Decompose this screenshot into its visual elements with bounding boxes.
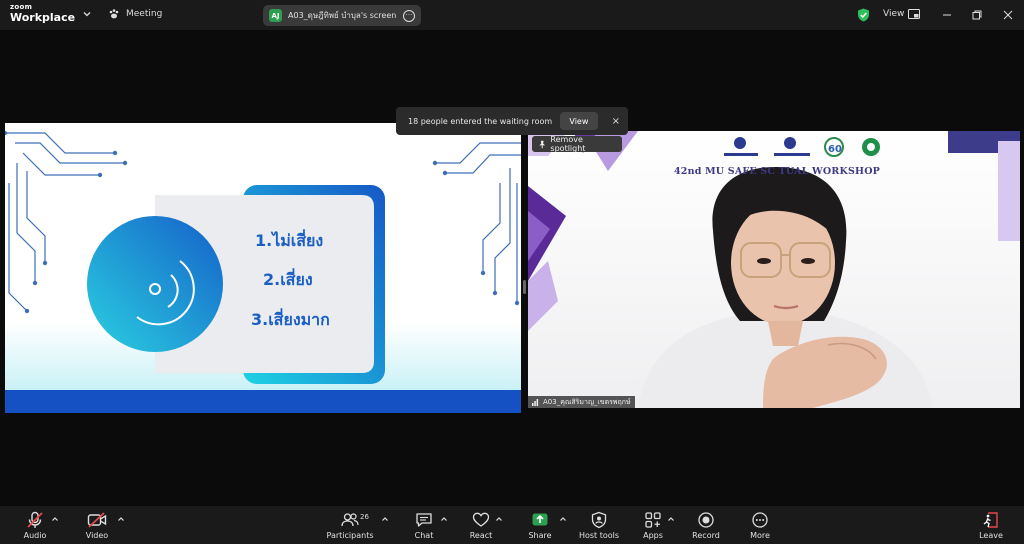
minimize-icon[interactable] (940, 8, 954, 22)
signal-bars-icon (532, 399, 539, 406)
chevron-down-icon[interactable] (82, 9, 92, 19)
leave-button[interactable]: Leave (977, 506, 1005, 544)
react-options-caret-icon[interactable] (495, 515, 503, 523)
close-notification-icon[interactable]: × (612, 116, 620, 127)
chat-options-caret-icon[interactable] (440, 515, 448, 523)
camera-off-icon (87, 512, 107, 528)
host-tools-shield-icon (591, 511, 607, 529)
more-button[interactable]: More (746, 506, 774, 544)
react-button[interactable]: React (466, 506, 496, 544)
remove-spotlight-label: Remove spotlight (550, 135, 586, 153)
slide-item-2: 2.เสี่ยง (263, 270, 313, 289)
resize-handle[interactable] (523, 280, 526, 294)
waiting-room-message: 18 people entered the waiting room (408, 116, 553, 126)
record-label: Record (692, 531, 720, 540)
view-layout-icon (908, 9, 921, 19)
pin-icon (539, 140, 546, 148)
audio-label: Audio (23, 531, 47, 540)
participants-button[interactable]: Participants (326, 506, 374, 544)
brand-bottom: Workplace (10, 11, 76, 24)
chat-icon (416, 513, 432, 527)
audio-options-caret-icon[interactable] (51, 515, 59, 523)
host-tools-label: Host tools (578, 531, 620, 540)
view-waiting-room-button[interactable]: View (560, 112, 598, 130)
participant-name-tag: A03_คุณสิริมาญ_เขตรพฤกษ์ (528, 396, 635, 408)
zoom-workplace-logo: zoom Workplace (10, 3, 76, 24)
heart-icon (472, 512, 490, 527)
speaker-video: 60 42nd MU SAFE SC TUAL WORKSHOP (528, 131, 1020, 408)
sharer-avatar: AJ (269, 9, 282, 22)
leave-door-icon (983, 512, 998, 528)
meeting-menu[interactable]: Meeting (108, 8, 162, 20)
participants-label: Participants (326, 531, 374, 540)
react-label: React (469, 531, 493, 540)
title-bar: zoom Workplace Meeting AJ A03_ดุษฎีทิพย์… (0, 0, 1024, 30)
share-screen-icon (532, 513, 548, 526)
microphone-muted-icon (27, 511, 43, 528)
meeting-label: Meeting (126, 9, 163, 19)
share-button[interactable]: Share (526, 506, 554, 544)
audio-button[interactable]: Audio (18, 506, 52, 544)
view-label: View (883, 9, 905, 19)
svg-text:60: 60 (828, 144, 842, 155)
meeting-toolbar: Audio Video Participants 26 Chat React S… (0, 506, 1024, 544)
record-icon (698, 512, 714, 528)
screen-share-indicator[interactable]: AJ A03_ดุษฎีทิพย์ บำบุล's screen ··· (263, 5, 421, 26)
more-label: More (750, 531, 770, 540)
restore-icon[interactable] (970, 8, 984, 22)
host-tools-button[interactable]: Host tools (578, 506, 620, 544)
video-label: Video (85, 531, 109, 540)
waiting-room-notification: 18 people entered the waiting room View … (396, 107, 628, 135)
more-icon (752, 512, 768, 528)
record-button[interactable]: Record (690, 506, 722, 544)
chat-label: Chat (414, 531, 434, 540)
leave-label: Leave (979, 531, 1003, 540)
paw-icon (109, 9, 119, 19)
participants-count: 26 (360, 513, 369, 521)
participants-icon (341, 513, 359, 527)
apps-button[interactable]: Apps (640, 506, 666, 544)
video-options-caret-icon[interactable] (117, 515, 125, 523)
apps-grid-icon (645, 512, 661, 528)
video-button[interactable]: Video (80, 506, 114, 544)
brand-top: zoom (10, 3, 33, 11)
shared-screen-slide: 1.ไม่เสี่ยง 2.เสี่ยง 3.เสี่ยงมาก (5, 123, 521, 413)
share-label: Share (528, 531, 552, 540)
apps-label: Apps (643, 531, 663, 540)
apps-options-caret-icon[interactable] (667, 515, 675, 523)
remove-spotlight-button[interactable]: Remove spotlight (532, 135, 622, 153)
participants-options-caret-icon[interactable] (381, 515, 389, 523)
share-title: A03_ดุษฎีทิพย์ บำบุล's screen (288, 11, 397, 20)
share-options-caret-icon[interactable] (559, 515, 567, 523)
more-options-icon[interactable]: ··· (403, 9, 415, 22)
slide-item-3: 3.เสี่ยงมาก (251, 310, 330, 329)
view-menu[interactable]: View (883, 9, 921, 19)
workshop-title: 42nd MU SAFE SC TUAL WORKSHOP (674, 166, 881, 177)
slide-item-1: 1.ไม่เสี่ยง (255, 231, 324, 250)
participant-name: A03_คุณสิริมาญ_เขตรพฤกษ์ (543, 397, 631, 406)
chat-button[interactable]: Chat (410, 506, 438, 544)
shield-check-icon[interactable] (857, 8, 870, 22)
close-window-icon[interactable] (1001, 8, 1015, 22)
